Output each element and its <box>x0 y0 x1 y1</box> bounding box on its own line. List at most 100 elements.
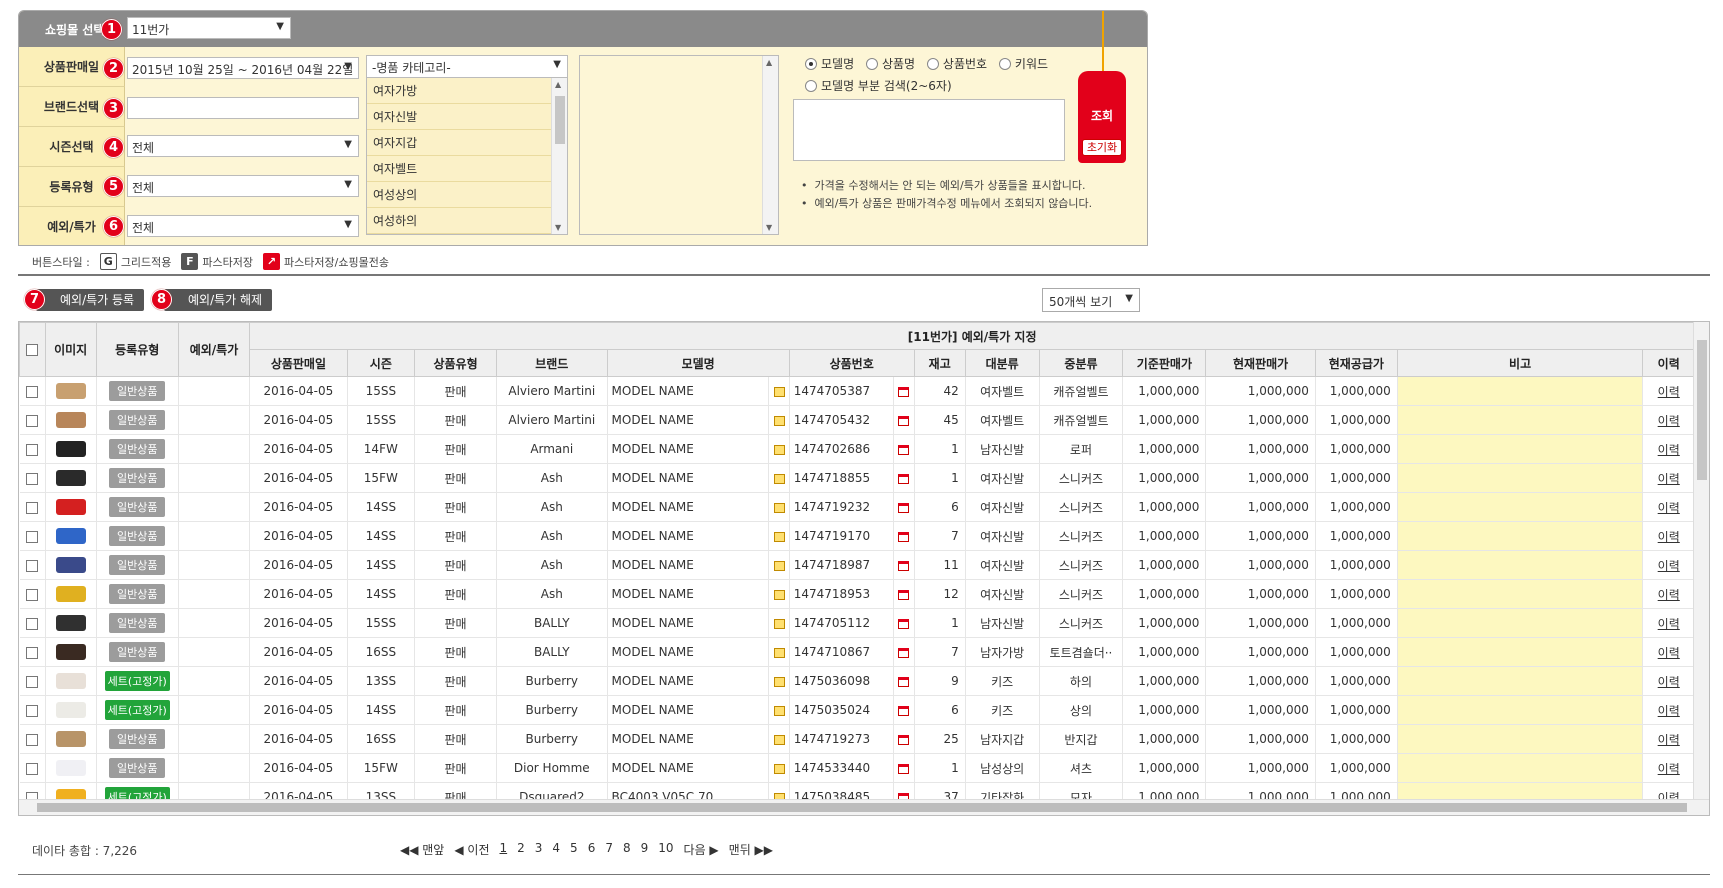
history-link[interactable]: 이력 <box>1642 376 1695 406</box>
calendar-icon[interactable] <box>898 734 910 745</box>
calendar-cell[interactable] <box>893 521 915 551</box>
note-icon[interactable] <box>773 444 785 455</box>
table-row[interactable]: 일반상품 2016-04-05 15FW 판매 Dior Homme MODEL NAME… <box>19 753 1695 783</box>
header-base-price[interactable]: 기준판매가 <box>1122 349 1207 377</box>
row-checkbox[interactable] <box>26 472 39 485</box>
header-cat1[interactable]: 대분류 <box>964 349 1040 377</box>
scroll-up-icon[interactable]: ▲ <box>555 80 561 89</box>
row-checkbox-cell[interactable] <box>19 637 46 667</box>
history-link[interactable]: 이력 <box>1642 463 1695 493</box>
row-checkbox[interactable] <box>26 530 39 543</box>
table-row[interactable]: 일반상품 2016-04-05 15FW 판매 Ash MODEL NAME 1474718… <box>19 463 1695 493</box>
save-send-label[interactable]: 파스타저장/쇼핑몰전송 <box>284 254 389 270</box>
header-cur-supply[interactable]: 현재공급가 <box>1314 349 1398 377</box>
category-item[interactable]: 여자벨트 <box>367 156 551 182</box>
calendar-icon[interactable] <box>898 763 910 774</box>
search-textarea[interactable] <box>793 99 1065 161</box>
memo-cell[interactable] <box>1397 463 1644 493</box>
memo-cell[interactable] <box>1397 405 1644 435</box>
calendar-cell[interactable] <box>893 608 915 638</box>
brand-input[interactable] <box>127 97 359 119</box>
radio-circle[interactable] <box>926 57 939 70</box>
radio-circle[interactable] <box>805 79 817 92</box>
note-icon[interactable] <box>773 415 785 426</box>
grid-vertical-scrollbar[interactable] <box>1693 322 1709 800</box>
grid-apply-label[interactable]: 그리드적용 <box>121 254 172 270</box>
header-memo[interactable]: 비고 <box>1396 349 1644 377</box>
regtype-select[interactable]: 전체 ▼ <box>127 175 359 197</box>
category-scrollbar[interactable]: ▲ ▼ <box>551 78 567 234</box>
category-item[interactable]: 여성하의 <box>367 208 551 234</box>
row-checkbox-cell[interactable] <box>19 492 46 522</box>
calendar-cell[interactable] <box>893 724 915 754</box>
page-last[interactable]: 맨뒤 ▶▶ <box>729 841 773 858</box>
row-checkbox-cell[interactable] <box>19 666 46 696</box>
memo-note-cell[interactable] <box>768 492 790 522</box>
row-checkbox-cell[interactable] <box>19 376 46 406</box>
header-select-all[interactable] <box>19 322 46 377</box>
history-link[interactable]: 이력 <box>1642 608 1695 638</box>
category-item[interactable]: 여성상의 <box>367 182 551 208</box>
radio-product-name[interactable]: 상품명 <box>865 55 915 72</box>
table-row[interactable]: 일반상품 2016-04-05 15SS 판매 Alviero Martini MODEL… <box>19 376 1695 406</box>
memo-note-cell[interactable] <box>768 753 790 783</box>
memo-cell[interactable] <box>1397 492 1644 522</box>
memo-cell[interactable] <box>1397 753 1644 783</box>
note-icon[interactable] <box>773 618 785 629</box>
memo-note-cell[interactable] <box>768 666 790 696</box>
note-icon[interactable] <box>773 473 785 484</box>
save-icon[interactable]: F <box>181 253 199 270</box>
calendar-icon[interactable] <box>898 560 910 571</box>
row-checkbox-cell[interactable] <box>19 434 46 464</box>
reset-button[interactable]: 초기화 <box>1082 139 1122 156</box>
radio-model[interactable]: 모델명 <box>805 55 854 72</box>
row-checkbox[interactable] <box>26 559 39 572</box>
calendar-icon[interactable] <box>898 444 910 455</box>
history-link[interactable]: 이력 <box>1642 579 1695 609</box>
save-label[interactable]: 파스타저장 <box>202 254 253 270</box>
page-7[interactable]: 7 <box>605 841 613 858</box>
table-row[interactable]: 세트(고정가) 2016-04-05 13SS 판매 Burberry MODEL NAM… <box>19 666 1695 696</box>
memo-note-cell[interactable] <box>768 724 790 754</box>
search-button[interactable]: 조회 <box>1078 107 1126 124</box>
note-icon[interactable] <box>773 560 785 571</box>
calendar-icon[interactable] <box>898 676 910 687</box>
calendar-cell[interactable] <box>893 753 915 783</box>
scroll-thumb[interactable] <box>1697 340 1707 480</box>
header-saledate[interactable]: 상품판매일 <box>249 349 348 377</box>
header-ptype[interactable]: 상품유형 <box>414 349 497 377</box>
calendar-cell[interactable] <box>893 492 915 522</box>
row-checkbox[interactable] <box>26 414 39 427</box>
row-checkbox[interactable] <box>26 588 39 601</box>
header-pno[interactable]: 상품번호 <box>788 349 915 377</box>
category-list[interactable]: -명품 카테고리- ▼ 여자가방 여자신발 여자지갑 여자벨트 여성상의 여성하의… <box>366 55 568 235</box>
register-special-button[interactable]: 예외/특가 등록 <box>36 289 145 311</box>
history-link[interactable]: 이력 <box>1642 492 1695 522</box>
calendar-icon[interactable] <box>898 531 910 542</box>
header-cat2[interactable]: 중분류 <box>1038 349 1124 377</box>
row-checkbox[interactable] <box>26 704 39 717</box>
row-checkbox-cell[interactable] <box>19 724 46 754</box>
memo-note-cell[interactable] <box>768 695 790 725</box>
history-link[interactable]: 이력 <box>1642 434 1695 464</box>
row-checkbox-cell[interactable] <box>19 608 46 638</box>
season-select[interactable]: 전체 ▼ <box>127 135 359 157</box>
history-link[interactable]: 이력 <box>1642 405 1695 435</box>
memo-note-cell[interactable] <box>768 608 790 638</box>
row-checkbox[interactable] <box>26 385 39 398</box>
page-6[interactable]: 6 <box>588 841 596 858</box>
scroll-thumb[interactable] <box>37 803 1687 812</box>
note-icon[interactable] <box>773 531 785 542</box>
category-item[interactable]: 여자신발 <box>367 104 551 130</box>
calendar-cell[interactable] <box>893 637 915 667</box>
release-special-button[interactable]: 예외/특가 해제 <box>164 289 273 311</box>
memo-note-cell[interactable] <box>768 521 790 551</box>
page-1[interactable]: 1 <box>499 841 507 858</box>
memo-cell[interactable] <box>1397 434 1644 464</box>
table-row[interactable]: 일반상품 2016-04-05 15SS 판매 Alviero Martini MODEL… <box>19 405 1695 435</box>
row-checkbox[interactable] <box>26 501 39 514</box>
table-row[interactable]: 세트(고정가) 2016-04-05 14SS 판매 Burberry MODEL NAM… <box>19 695 1695 725</box>
grid-icon[interactable]: G <box>99 253 117 270</box>
memo-note-cell[interactable] <box>768 376 790 406</box>
row-checkbox[interactable] <box>26 675 39 688</box>
